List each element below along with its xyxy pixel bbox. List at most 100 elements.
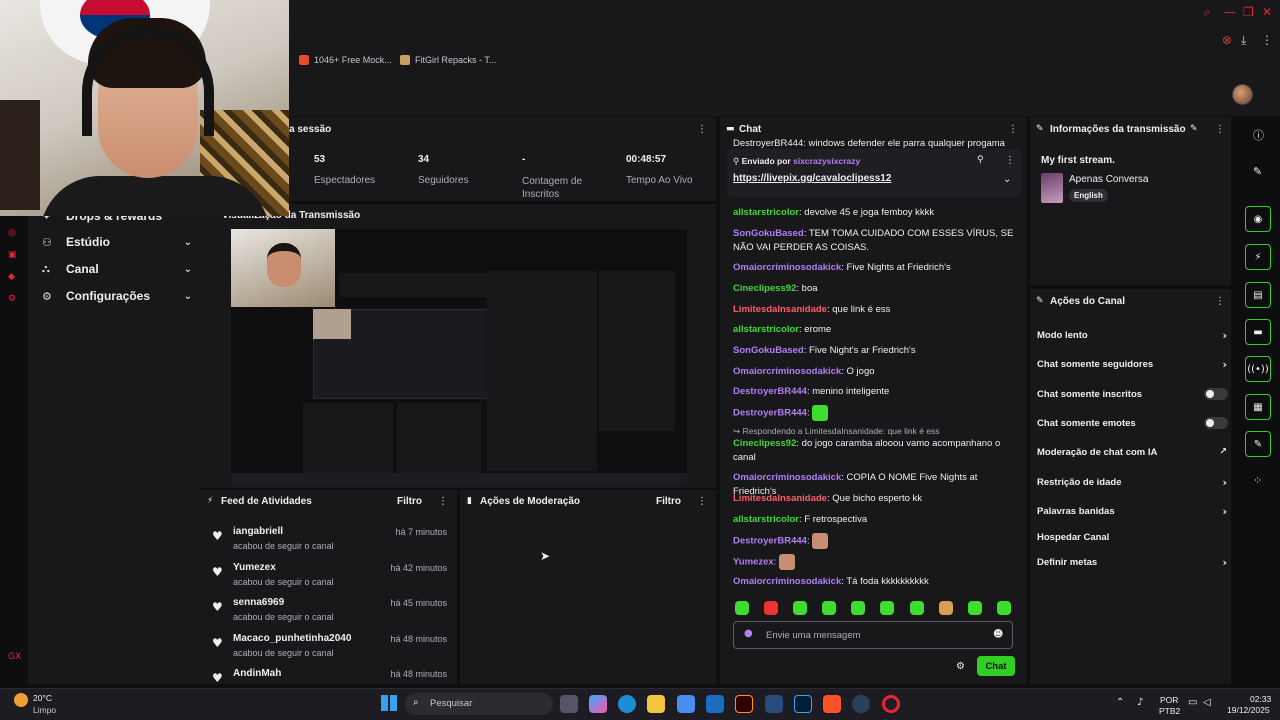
feed-user[interactable]: AndinMah [233,668,281,679]
layout-icon[interactable]: ▦ [1245,394,1271,420]
chat-username[interactable]: Cineclipess92 [733,283,796,294]
illustrator-icon[interactable] [735,695,753,713]
emote-icon[interactable] [822,601,836,615]
chat-username[interactable]: Omaiorcriminosodakick [733,262,841,273]
emote-icon[interactable] [851,601,865,615]
chat-username[interactable]: allstarstricolor [733,514,799,525]
emote-icon[interactable] [764,601,778,615]
emote-icon[interactable] [968,601,982,615]
emote-icon[interactable] [939,601,953,615]
chat-username[interactable]: SonGokuBased [733,345,804,356]
feed-user[interactable]: iangabriell [233,526,283,537]
kebab-icon[interactable]: ⋮ [697,496,707,507]
edit-icon[interactable]: ✎ [1190,124,1198,134]
clock-time[interactable]: 02:33 [1250,694,1271,704]
moderation-filter[interactable]: Filtro [656,496,681,507]
emote-icon[interactable] [910,601,924,615]
chat-username[interactable]: Cineclipess92 [733,438,796,449]
bookmark-1[interactable]: 1046+ Free Mock... [299,55,392,65]
pencil-icon[interactable]: ✎ [1253,165,1262,178]
chat-bubble-icon[interactable]: ▬ [1245,319,1271,345]
bolt-icon[interactable]: ⚡ [1245,244,1271,270]
close-icon[interactable]: ✕ [1262,5,1272,19]
weather-temp[interactable]: 20°C [33,693,52,703]
chat-username[interactable]: DestroyerBR444 [733,408,807,419]
unpin-icon[interactable]: ⚲ [977,155,984,165]
kebab-icon[interactable]: ⋮ [697,124,707,135]
clock-date[interactable]: 19/12/2025 [1227,705,1270,715]
menu-icon[interactable]: ⋮ [1261,33,1273,47]
channel-action-item[interactable]: Palavras banidas › [1037,503,1230,519]
steam-icon[interactable] [852,695,870,713]
volume-icon[interactable]: ◁ [1203,697,1211,708]
emoji-icon[interactable]: ☻ [993,629,1003,640]
mic-icon[interactable]: ● [744,628,753,639]
chevron-down-icon[interactable]: ⌄ [1003,174,1011,185]
channel-action-item[interactable]: Modo lento › [1037,327,1230,343]
chat-username[interactable]: LimitesdaInsanidade [733,493,827,504]
file-explorer-icon[interactable] [647,695,665,713]
broadcast-icon[interactable]: ((•)) [1245,356,1271,382]
lang-top[interactable]: POR [1160,695,1178,705]
kebab-icon[interactable]: ⋮ [1215,124,1225,135]
search-icon[interactable]: ⌕ [1204,5,1211,20]
copilot-icon[interactable] [589,695,607,713]
kebab-icon[interactable]: ⋮ [1215,296,1225,307]
task-view-icon[interactable] [560,695,578,713]
feed-user[interactable]: Macaco_punhetinha2040 [233,633,351,644]
channel-action-item[interactable]: Chat somente inscritos [1037,386,1230,402]
download-icon[interactable]: ⤓ [1241,33,1246,48]
emote-icon[interactable] [793,601,807,615]
chat-username[interactable]: Omaiorcriminosodakick [733,576,841,587]
edge-icon[interactable] [618,695,636,713]
emote-icon[interactable] [735,601,749,615]
sidebar-item-canal[interactable]: ⛬ Canal ⌄ [42,259,192,279]
chat-username[interactable]: Omaiorcriminosodakick [733,366,841,377]
windows-start-icon[interactable] [381,695,397,711]
pinned-link[interactable]: https://livepix.gg/cavaloclipess12 [733,173,891,184]
vegas-icon[interactable] [765,695,783,713]
camera-icon[interactable]: ◉ [1245,206,1271,232]
store-icon[interactable] [677,695,695,713]
network-icon[interactable]: ▭ [1188,697,1197,708]
kebab-icon[interactable]: ⋮ [1008,124,1018,135]
pinned-by-user[interactable]: sixcrazysixcrazy [793,156,860,166]
chat-username[interactable]: DestroyerBR444 [733,536,807,547]
profile-icon[interactable]: ⊗ [1222,33,1232,47]
chat-username[interactable]: LimitesdaInsanidade [733,304,827,315]
emote-icon[interactable] [997,601,1011,615]
channel-action-item[interactable]: Definir metas › [1037,554,1230,570]
kebab-icon[interactable]: ⋮ [1005,155,1015,166]
photoshop-icon[interactable] [794,695,812,713]
settings-icon[interactable]: ⚙ [956,661,965,672]
outlook-icon[interactable] [706,695,724,713]
document-icon[interactable]: ▤ [1245,282,1271,308]
stream-preview[interactable] [231,229,687,485]
chat-username[interactable]: allstarstricolor [733,324,799,335]
weather-icon[interactable] [14,693,28,707]
channel-action-item[interactable]: Chat somente seguidores › [1037,356,1230,372]
feed-filter[interactable]: Filtro [397,496,422,507]
chat-username[interactable]: DestroyerBR444 [733,386,807,397]
kebab-icon[interactable]: ⋮ [438,496,448,507]
brave-icon[interactable] [823,695,841,713]
maximize-icon[interactable]: ❐ [1243,5,1254,19]
channel-action-item[interactable]: Chat somente emotes [1037,415,1230,431]
channel-action-item[interactable]: Restrição de idade › [1037,474,1230,490]
rail-icon[interactable]: ▣ [8,250,17,260]
chat-username[interactable]: allstarstricolor [733,207,799,218]
feed-user[interactable]: Yumezex [233,562,276,573]
emote-icon[interactable] [880,601,894,615]
info-icon[interactable]: ⓘ [1253,127,1264,143]
toggle-switch[interactable] [1204,388,1228,400]
channel-action-item[interactable]: Hospedar Canal [1037,529,1230,545]
feed-user[interactable]: senna6969 [233,597,284,608]
stream-category[interactable]: Apenas Conversa [1069,174,1149,185]
bookmark-2[interactable]: FitGirl Repacks - T... [400,55,496,65]
chat-username[interactable]: SonGokuBased [733,228,804,239]
rail-icon[interactable]: ⚙ [8,294,16,304]
opera-gx-icon[interactable] [882,695,900,713]
wrench-icon[interactable]: ✎ [1245,431,1271,457]
channel-action-item[interactable]: Moderação de chat com IA ↗ [1037,444,1230,460]
minimize-icon[interactable]: — [1224,5,1236,19]
